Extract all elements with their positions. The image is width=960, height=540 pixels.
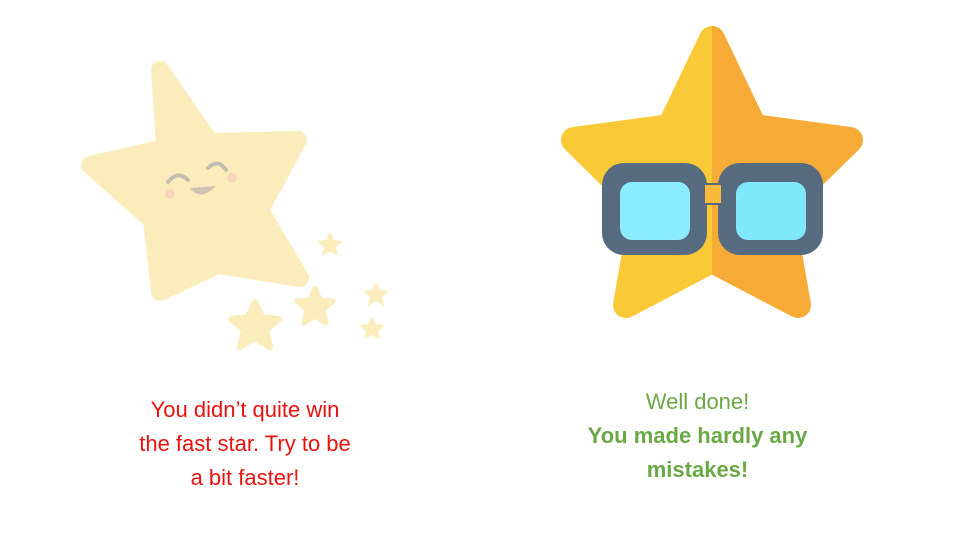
success-detail-line-1: You made hardly any (587, 423, 808, 448)
success-message: Well done! You made hardly any mistakes! (545, 385, 850, 487)
small-star-3 (317, 232, 343, 256)
success-detail-line-2: mistakes! (646, 457, 749, 482)
success-heading: Well done! (645, 389, 750, 414)
fail-message: You didn’t quite win the fast star. Try … (95, 393, 395, 495)
small-star-1 (228, 299, 282, 350)
star-cheek-right (227, 173, 237, 183)
fail-message-line-3: a bit faster! (190, 465, 300, 490)
faded-fast-star-icon (60, 60, 400, 350)
star-with-sunglasses-icon (550, 25, 875, 345)
star-cheek-left (165, 189, 175, 199)
right-lens (736, 182, 806, 240)
fail-message-line-1: You didn’t quite win (150, 397, 340, 422)
small-star-5 (359, 316, 385, 340)
small-star-2 (294, 285, 336, 326)
fast-star-body (81, 61, 309, 301)
left-lens (620, 182, 690, 240)
fail-message-line-2: the fast star. Try to be (139, 431, 351, 456)
small-star-4 (363, 282, 389, 306)
